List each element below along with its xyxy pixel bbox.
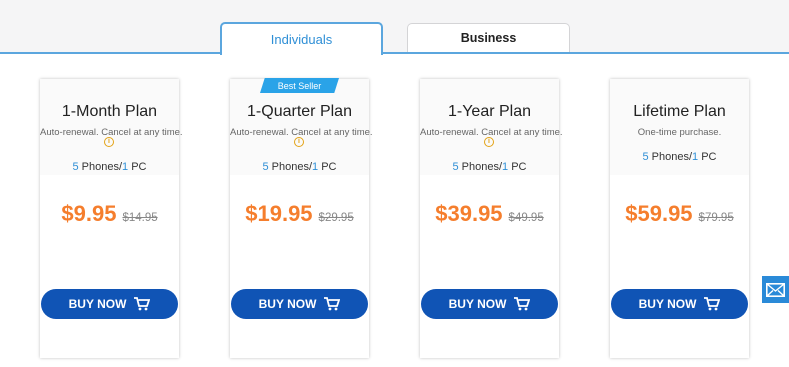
best-seller-badge: Best Seller: [260, 78, 339, 93]
plan-description: One-time purchase.: [637, 127, 722, 138]
original-price: $14.95: [122, 212, 158, 224]
plan-card-lifetime: Lifetime Plan One-time purchase. 5 Phone…: [610, 79, 749, 358]
buy-now-label: BUY NOW: [68, 297, 127, 311]
original-price: $79.95: [698, 212, 734, 224]
original-price: $29.95: [318, 212, 354, 224]
tab-business[interactable]: Business: [407, 23, 570, 52]
current-price: $19.95: [245, 201, 313, 226]
buy-now-button[interactable]: BUY NOW: [611, 289, 748, 319]
original-price: $49.95: [508, 212, 544, 224]
device-count: 5 Phones/1 PC: [40, 161, 179, 173]
plan-card-1-year: 1-Year Plan Auto-renewal. Cancel at any …: [420, 79, 563, 358]
buy-now-button[interactable]: BUY NOW: [231, 289, 368, 319]
cart-icon: [324, 297, 341, 311]
buy-now-button[interactable]: BUY NOW: [41, 289, 178, 319]
info-icon[interactable]: i: [104, 137, 114, 147]
contact-mail-button[interactable]: [762, 276, 789, 303]
buy-now-button[interactable]: BUY NOW: [421, 289, 558, 319]
current-price: $9.95: [61, 201, 117, 226]
phones-label: Phones/: [78, 161, 123, 173]
pc-label: PC: [508, 161, 527, 173]
plan-card-1-month: 1-Month Plan Auto-renewal. Cancel at any…: [40, 79, 183, 358]
buy-now-label: BUY NOW: [638, 297, 697, 311]
plan-name: 1-Year Plan: [447, 103, 532, 120]
device-count: 5 Phones/1 PC: [610, 151, 749, 163]
cart-icon: [704, 297, 721, 311]
cart-icon: [134, 297, 151, 311]
device-count: 5 Phones/1 PC: [230, 161, 369, 173]
price-row: $9.95 $14.95: [40, 201, 179, 227]
mail-icon: [766, 282, 785, 297]
device-count: 5 Phones/1 PC: [420, 161, 559, 173]
current-price: $59.95: [625, 201, 693, 226]
plan-name: Lifetime Plan: [633, 103, 726, 120]
plan-name: 1-Quarter Plan: [247, 103, 352, 120]
plan-tabs-bar: [0, 0, 789, 54]
cart-icon: [514, 297, 531, 311]
pc-label: PC: [698, 151, 717, 163]
current-price: $39.95: [435, 201, 503, 226]
phones-label: Phones/: [458, 161, 503, 173]
pc-label: PC: [128, 161, 147, 173]
price-row: $39.95 $49.95: [420, 201, 559, 227]
pc-label: PC: [318, 161, 337, 173]
price-row: $59.95 $79.95: [610, 201, 749, 227]
tab-individuals[interactable]: Individuals: [220, 22, 383, 55]
info-icon[interactable]: i: [484, 137, 494, 147]
buy-now-label: BUY NOW: [258, 297, 317, 311]
price-row: $19.95 $29.95: [230, 201, 369, 227]
plan-card-1-quarter: 1-Quarter Plan Auto-renewal. Cancel at a…: [230, 79, 373, 358]
phones-label: Phones/: [648, 151, 693, 163]
plan-name: 1-Month Plan: [61, 103, 158, 120]
buy-now-label: BUY NOW: [448, 297, 507, 311]
info-icon[interactable]: i: [294, 137, 304, 147]
phones-label: Phones/: [268, 161, 313, 173]
